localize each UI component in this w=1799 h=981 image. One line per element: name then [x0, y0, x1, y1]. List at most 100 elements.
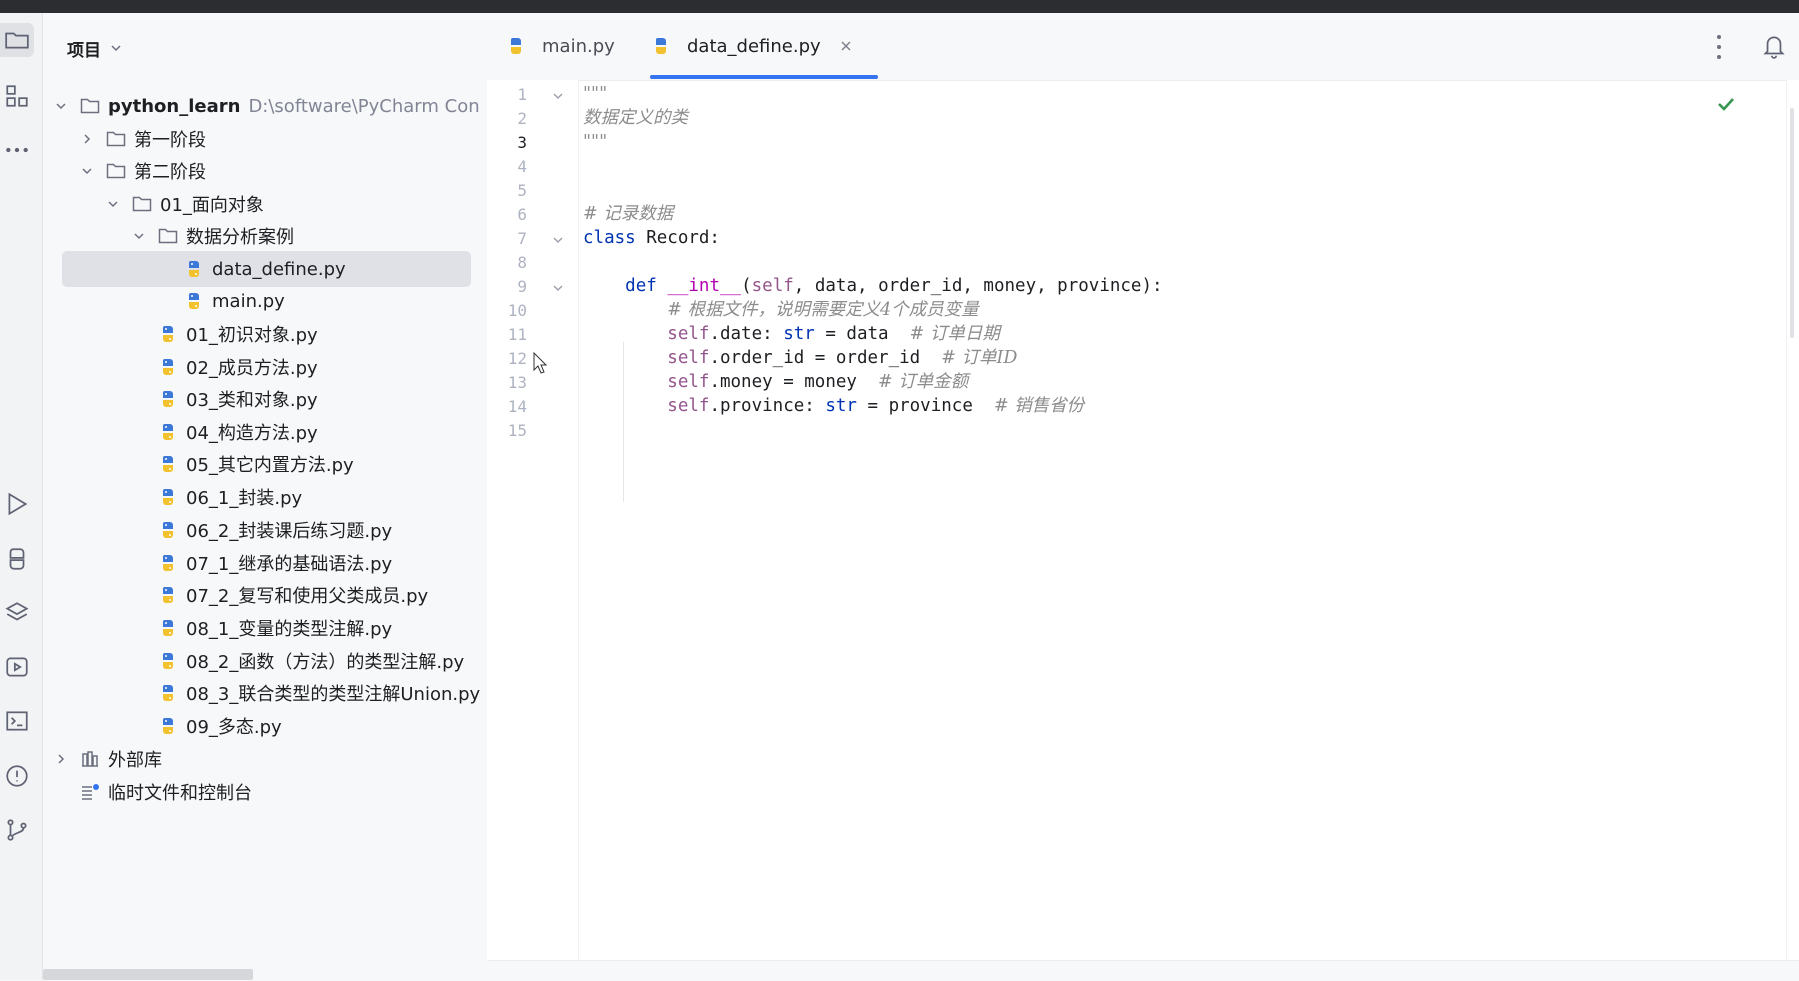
- horizontal-scrollbar[interactable]: [43, 969, 253, 980]
- tree-item[interactable]: 第二阶段: [43, 153, 487, 189]
- check-icon[interactable]: [1715, 93, 1737, 115]
- chevron-right-icon[interactable]: [53, 751, 69, 767]
- tree-item[interactable]: 01_初识对象.py: [43, 316, 487, 352]
- tree-item[interactable]: 临时文件和控制台: [43, 774, 487, 810]
- tree-item[interactable]: python_learn D:\software\PyCharm Con: [43, 88, 487, 124]
- chevron-down-icon[interactable]: [79, 163, 95, 179]
- folder-icon[interactable]: [0, 23, 34, 57]
- tree-item[interactable]: 04_构造方法.py: [43, 414, 487, 450]
- tree-item[interactable]: 第一阶段: [43, 121, 487, 157]
- tree-item-label: 07_1_继承的基础语法.py: [186, 554, 393, 575]
- vertical-scrollbar-thumb[interactable]: [1790, 108, 1794, 338]
- line-number: 7: [517, 229, 527, 248]
- tree-item[interactable]: 08_1_变量的类型注解.py: [43, 610, 487, 646]
- code-token: (: [741, 276, 752, 296]
- tab-data-define-py[interactable]: data_define.py: [650, 29, 853, 63]
- chevron-down-icon[interactable]: [131, 228, 147, 244]
- tree-item[interactable]: 07_1_继承的基础语法.py: [43, 545, 487, 581]
- tree-item[interactable]: 09_多态.py: [43, 708, 487, 744]
- tab-main-py[interactable]: main.py: [505, 29, 615, 63]
- line-number-gutter[interactable]: 1 2 3 4 5 6 7 8 9 10 11 12 13 14 15: [487, 80, 579, 960]
- bell-icon[interactable]: [1759, 29, 1789, 63]
- tree-item[interactable]: 外部库: [43, 741, 487, 777]
- close-icon[interactable]: [839, 39, 853, 53]
- python-console-icon[interactable]: [0, 542, 34, 576]
- code-token: # 销售省份: [993, 396, 1085, 416]
- left-tool-strip: [0, 13, 43, 980]
- tree-item[interactable]: 02_成员方法.py: [43, 349, 487, 385]
- run-icon[interactable]: [0, 487, 34, 521]
- code-line[interactable]: # 根据文件，说明需要定义4个成员变量: [583, 297, 979, 324]
- python-file-icon: [157, 651, 179, 671]
- python-file-icon: [157, 324, 179, 344]
- code-line[interactable]: self.province: str = province # 销售省份: [583, 393, 1084, 420]
- line-number: 5: [517, 181, 527, 200]
- code-line[interactable]: self.money = money # 订单金额: [583, 369, 968, 396]
- fold-chevron-icon[interactable]: [551, 232, 565, 246]
- line-number: 15: [507, 421, 527, 440]
- folder-icon: [105, 161, 127, 181]
- tree-item[interactable]: 06_1_封装.py: [43, 479, 487, 515]
- code-token: = province: [856, 396, 994, 416]
- chevron-down-icon[interactable]: [53, 98, 69, 114]
- tree-item[interactable]: 08_3_联合类型的类型注解Union.py: [43, 675, 487, 711]
- code-token: .money = money: [709, 372, 879, 392]
- code-line[interactable]: """: [583, 81, 607, 108]
- line-number: 4: [517, 157, 527, 176]
- problems-icon[interactable]: [0, 759, 34, 793]
- code-token: Record:: [646, 228, 720, 248]
- more-vertical-icon[interactable]: [1711, 35, 1727, 59]
- tree-item-label: 04_构造方法.py: [186, 423, 318, 444]
- tree-item-label: 02_成员方法.py: [186, 358, 318, 379]
- tree-item-label: 03_类和对象.py: [186, 390, 318, 411]
- project-panel-title: 项目: [67, 40, 101, 61]
- tree-item[interactable]: data_define.py: [43, 251, 487, 287]
- code-line[interactable]: # 记录数据: [583, 201, 673, 228]
- tree-item[interactable]: 06_2_封装课后练习题.py: [43, 512, 487, 548]
- tree-item[interactable]: 数据分析案例: [43, 218, 487, 254]
- python-file-icon: [157, 487, 179, 507]
- git-icon[interactable]: [0, 813, 34, 847]
- more-icon[interactable]: [0, 133, 34, 167]
- tree-item[interactable]: main.py: [43, 283, 487, 319]
- structure-icon[interactable]: [0, 79, 34, 113]
- layers-icon[interactable]: [0, 596, 34, 630]
- code-line[interactable]: self.date: str = data # 订单日期: [583, 321, 1000, 348]
- project-panel-header[interactable]: 项目: [67, 35, 123, 61]
- tree-item[interactable]: 05_其它内置方法.py: [43, 446, 487, 482]
- code-line[interactable]: self.order_id = order_id # 订单ID: [583, 345, 1017, 372]
- editor-tabs: main.py data_define.py: [487, 13, 1799, 81]
- chevron-down-icon[interactable]: [105, 196, 121, 212]
- python-file-icon: [157, 585, 179, 605]
- tree-item[interactable]: 08_2_函数（方法）的类型注解.py: [43, 643, 487, 679]
- line-number: 10: [507, 301, 527, 320]
- fold-chevron-icon[interactable]: [551, 88, 565, 102]
- code-line[interactable]: 数据定义的类: [583, 105, 688, 132]
- code-token: # 根据文件，说明需要定义4个成员变量: [667, 300, 979, 320]
- python-file-icon: [183, 291, 205, 311]
- terminal-icon[interactable]: [0, 704, 34, 738]
- library-icon: [79, 749, 101, 769]
- code-token: self: [667, 324, 710, 344]
- editor-area: main.py data_define.py 1 2 3 4 5 6 7 8 9 10 11 12 13…: [487, 13, 1799, 981]
- code-line[interactable]: class Record:: [583, 225, 720, 252]
- chevron-right-icon[interactable]: [79, 131, 95, 147]
- tree-item[interactable]: 01_面向对象: [43, 186, 487, 222]
- tree-item[interactable]: 03_类和对象.py: [43, 381, 487, 417]
- python-file-icon: [157, 389, 179, 409]
- line-number: 14: [507, 397, 527, 416]
- tree-item-label: main.py: [212, 290, 285, 312]
- fold-chevron-icon[interactable]: [551, 280, 565, 294]
- code-token: # 订单日期: [909, 324, 1000, 344]
- tree-item[interactable]: 07_2_复写和使用父类成员.py: [43, 577, 487, 613]
- code-line[interactable]: """: [583, 129, 607, 156]
- services-icon[interactable]: [0, 650, 34, 684]
- code-line[interactable]: def __int__(self, data, order_id, money,…: [583, 273, 1162, 300]
- project-panel: 项目 python_learn D:\software\PyCharm Con 第一…: [43, 13, 487, 980]
